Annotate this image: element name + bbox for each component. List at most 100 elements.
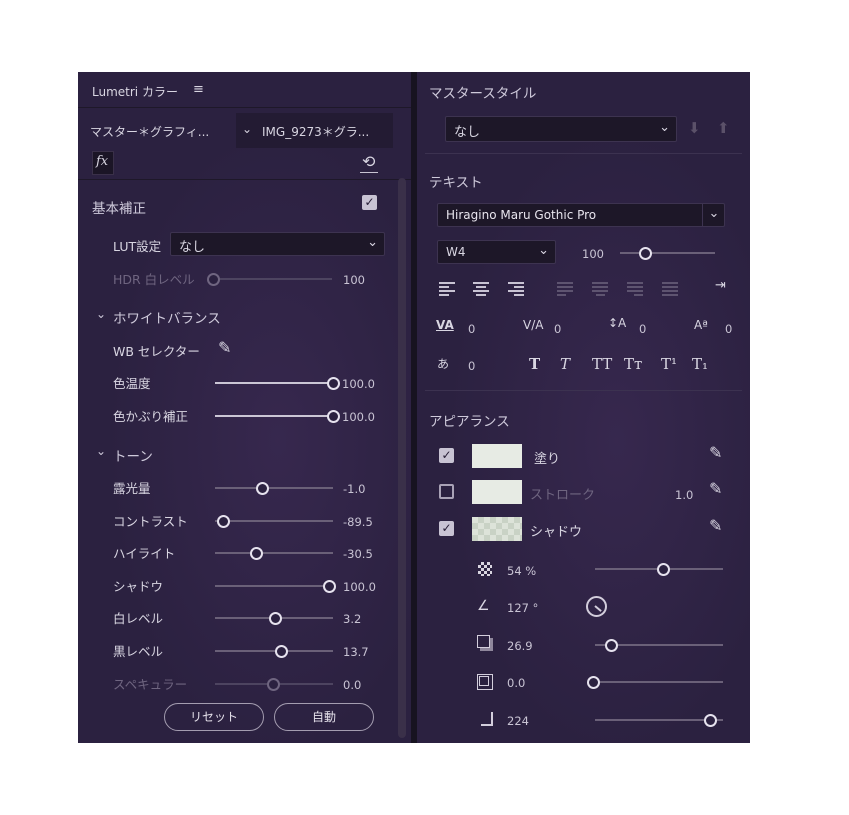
justify-all-icon[interactable] xyxy=(662,282,678,298)
justify-center-icon[interactable] xyxy=(592,282,608,298)
tone-slider-value[interactable]: 13.7 xyxy=(343,645,369,659)
tone-slider-knob[interactable] xyxy=(256,482,269,495)
eyedropper-icon[interactable]: ✎ xyxy=(709,443,722,462)
shadow-checkbox[interactable]: ✓ xyxy=(439,521,454,536)
hdr-slider-knob[interactable] xyxy=(207,273,220,286)
distance-value[interactable]: 26.9 xyxy=(507,639,533,653)
tone-slider-value[interactable]: -1.0 xyxy=(343,482,365,496)
basic-correction-checkbox[interactable]: ✓ xyxy=(362,195,377,210)
push-down-icon[interactable]: ⬇ xyxy=(688,119,701,137)
tone-slider-value[interactable]: 3.2 xyxy=(343,612,361,626)
justify-left-icon[interactable] xyxy=(557,282,573,298)
faux-italic-button[interactable]: T xyxy=(560,355,570,373)
align-right-icon[interactable] xyxy=(508,282,524,298)
chevron-down-icon[interactable]: ⌄ xyxy=(96,307,106,321)
clip-tab[interactable]: ⌄ IMG_9273＊グラ... xyxy=(236,113,393,148)
spread-value[interactable]: 0.0 xyxy=(507,676,525,690)
subscript-button[interactable]: T₁ xyxy=(692,355,708,373)
master-style-value: なし xyxy=(454,125,481,140)
shadow-color-swatch[interactable] xyxy=(472,517,522,541)
tone-slider-knob[interactable] xyxy=(275,645,288,658)
tone-slider-label: ハイライト xyxy=(113,546,176,561)
tone-slider-track[interactable] xyxy=(215,650,333,652)
blur-slider-knob[interactable] xyxy=(704,714,717,727)
chevron-down-icon: ⌄ xyxy=(538,243,549,258)
kerning-value[interactable]: 0 xyxy=(468,322,475,336)
font-value: Hiragino Maru Gothic Pro xyxy=(446,208,597,222)
tone-slider-knob[interactable] xyxy=(250,547,263,560)
font-size-slider-knob[interactable] xyxy=(639,247,652,260)
tone-slider-track[interactable] xyxy=(215,520,333,522)
baseline-value[interactable]: 0 xyxy=(725,322,732,336)
stroke-width-value[interactable]: 1.0 xyxy=(675,488,693,502)
tint-slider-knob[interactable] xyxy=(327,410,340,423)
tone-slider-label: スペキュラー xyxy=(113,677,188,692)
font-size-slider[interactable] xyxy=(620,252,715,254)
tone-slider-knob[interactable] xyxy=(217,515,230,528)
tsume-value[interactable]: 0 xyxy=(468,359,475,373)
stroke-checkbox[interactable] xyxy=(439,484,454,499)
opacity-value[interactable]: 54 % xyxy=(507,564,536,578)
fill-checkbox[interactable]: ✓ xyxy=(439,448,454,463)
align-center-icon[interactable] xyxy=(473,282,489,298)
tone-slider-knob[interactable] xyxy=(269,612,282,625)
tone-slider-value[interactable]: -89.5 xyxy=(343,515,373,529)
weight-dropdown[interactable]: W4 ⌄ xyxy=(437,240,556,264)
angle-dial[interactable] xyxy=(586,596,607,617)
align-left-icon[interactable] xyxy=(439,282,455,298)
text-direction-icon[interactable]: ⇥ xyxy=(715,278,726,293)
leading-value[interactable]: 0 xyxy=(639,322,646,336)
eyedropper-icon[interactable]: ✎ xyxy=(218,338,231,357)
tone-slider-track[interactable] xyxy=(215,487,333,489)
eyedropper-icon[interactable]: ✎ xyxy=(709,516,722,535)
font-dropdown[interactable]: Hiragino Maru Gothic Pro ⌄ xyxy=(437,203,725,227)
hdr-slider[interactable] xyxy=(209,278,332,280)
reset-button[interactable]: リセット xyxy=(164,703,264,731)
auto-button[interactable]: 自動 xyxy=(274,703,374,731)
tint-slider[interactable] xyxy=(215,415,333,417)
spread-slider[interactable] xyxy=(595,681,723,683)
blur-value[interactable]: 224 xyxy=(507,714,529,728)
master-style-title: マスタースタイル xyxy=(429,86,537,102)
temperature-slider-knob[interactable] xyxy=(327,377,340,390)
angle-icon: ∠ xyxy=(477,598,490,614)
eyedropper-icon[interactable]: ✎ xyxy=(709,479,722,498)
lut-dropdown[interactable]: なし ⌄ xyxy=(170,232,385,256)
reset-arrow-icon[interactable]: ⟲ xyxy=(362,152,375,171)
scrollbar[interactable] xyxy=(398,178,406,738)
tone-slider-value[interactable]: -30.5 xyxy=(343,547,373,561)
stroke-color-swatch[interactable] xyxy=(472,480,522,504)
angle-value[interactable]: 127 ° xyxy=(507,601,538,615)
tone-slider-knob[interactable] xyxy=(267,678,280,691)
chevron-down-icon[interactable]: ⌄ xyxy=(96,444,106,458)
push-up-icon[interactable]: ⬆ xyxy=(717,119,730,137)
opacity-slider-knob[interactable] xyxy=(657,563,670,576)
font-size-value[interactable]: 100 xyxy=(582,247,604,261)
faux-bold-button[interactable]: T xyxy=(529,355,540,373)
justify-right-icon[interactable] xyxy=(627,282,643,298)
blur-icon xyxy=(481,712,493,726)
tone-slider-knob[interactable] xyxy=(323,580,336,593)
tone-slider-track[interactable] xyxy=(215,552,333,554)
tone-section[interactable]: トーン xyxy=(113,445,153,465)
chevron-down-icon: ⌄ xyxy=(242,122,253,136)
kerning-icon: VA xyxy=(436,318,454,332)
lut-value: なし xyxy=(179,240,206,255)
small-caps-button[interactable]: Tт xyxy=(624,355,642,373)
master-tab[interactable]: マスター＊グラフィ... xyxy=(90,123,209,140)
spread-slider-knob[interactable] xyxy=(587,676,600,689)
tone-slider-value[interactable]: 100.0 xyxy=(343,580,376,594)
hamburger-menu-icon[interactable]: ≡ xyxy=(193,82,204,97)
tone-slider-track[interactable] xyxy=(215,585,333,587)
fx-toggle[interactable]: fx xyxy=(92,151,114,175)
white-balance-section[interactable]: ホワイトバランス xyxy=(113,307,221,327)
tone-slider-value[interactable]: 0.0 xyxy=(343,678,361,692)
fill-color-swatch[interactable] xyxy=(472,444,522,468)
master-style-dropdown[interactable]: なし ⌄ xyxy=(445,116,677,142)
all-caps-button[interactable]: TT xyxy=(592,355,612,373)
superscript-button[interactable]: T¹ xyxy=(661,355,677,373)
temperature-slider[interactable] xyxy=(215,382,333,384)
distance-slider-knob[interactable] xyxy=(605,639,618,652)
tracking-value[interactable]: 0 xyxy=(554,322,561,336)
hdr-label: HDR 白レベル xyxy=(113,272,195,287)
